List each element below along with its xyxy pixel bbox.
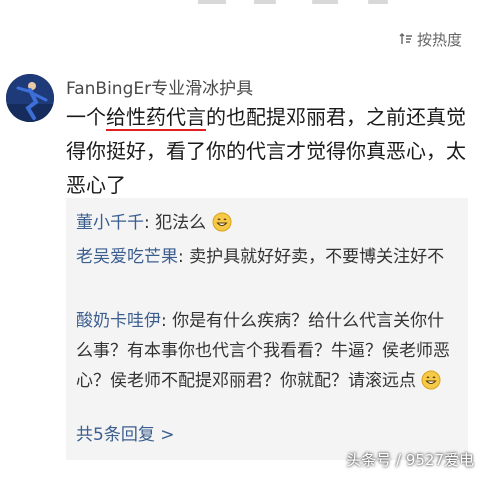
comment-username[interactable]: FanBingEr专业滑冰护具 <box>66 74 253 99</box>
grinning-emoji-icon <box>212 212 232 232</box>
sort-by-hot-button[interactable]: 按热度 <box>399 28 462 50</box>
more-replies-link[interactable]: 共5条回复 > <box>76 420 174 445</box>
reply-separator: : <box>161 311 173 331</box>
reply-item: 董小千千: 犯法么 <box>76 208 460 238</box>
sort-icon <box>399 33 412 44</box>
reply-author[interactable]: 董小千千 <box>76 213 144 233</box>
replies-panel: 董小千千: 犯法么 老吴爱吃芒果: 卖护具就好好卖，不要博关注好不 酸奶卡哇伊:… <box>66 198 468 460</box>
top-cropped-strip <box>0 0 480 10</box>
comment-text: 一个给性药代言的也配提邓丽君，之前还真觉得你挺好，看了你的代言才觉得你真恶心，太… <box>66 100 466 202</box>
watermark: 头条号 / 9527爱电 <box>346 451 474 469</box>
reply-text: 犯法么 <box>155 213 207 233</box>
grinning-emoji-icon <box>421 370 441 390</box>
comment-text-start: 一个 <box>66 105 106 129</box>
skater-avatar-icon <box>6 74 54 122</box>
reply-separator: : <box>178 247 190 267</box>
avatar[interactable] <box>6 74 54 122</box>
reply-author[interactable]: 酸奶卡哇伊 <box>76 311 161 331</box>
reply-separator: : <box>144 213 156 233</box>
reply-item: 老吴爱吃芒果: 卖护具就好好卖，不要博关注好不 <box>76 242 460 272</box>
reply-item: 酸奶卡哇伊: 你是有什么疾病？给什么代言关你什么事？有本事你也代言个我看看？牛逼… <box>76 306 460 396</box>
reply-text: 卖护具就好好卖，不要博关注好不 <box>189 247 445 267</box>
sort-label: 按热度 <box>416 30 462 49</box>
comment-underlined-phrase: 给性药代言 <box>106 105 206 131</box>
reply-author[interactable]: 老吴爱吃芒果 <box>76 247 178 267</box>
